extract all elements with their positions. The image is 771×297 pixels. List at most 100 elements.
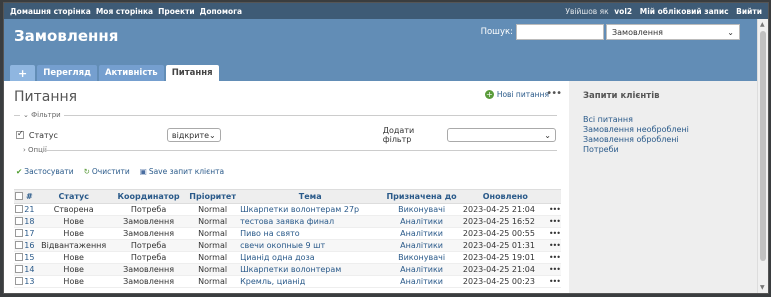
cell-status: Нове (35, 215, 112, 228)
sidebar-query-link[interactable]: Потреби (583, 145, 743, 155)
cell-assigned[interactable]: Аналітики (380, 227, 463, 240)
row-menu-icon[interactable]: ••• (547, 203, 561, 216)
cell-assigned[interactable]: Аналітики (380, 263, 463, 276)
logout-link[interactable]: Вийти (736, 7, 762, 16)
cell-subject[interactable]: Циані​д одна доза (240, 251, 381, 264)
more-icon[interactable]: ••• (546, 88, 562, 99)
search-area: Пошук: Замовлення ⌄ (481, 24, 740, 40)
add-filter-select[interactable]: ⌄ (447, 128, 556, 142)
new-issue-link[interactable]: + Нові питання (484, 90, 549, 99)
issues-table: # Статус Координатор Пріоритет Тема Призначен… (14, 189, 561, 288)
cell-id[interactable]: 17 (23, 227, 36, 240)
column-header[interactable]: Оновлено (462, 189, 548, 204)
tab-item[interactable]: Питання (165, 65, 219, 81)
cell-prio: Normal (185, 203, 241, 216)
filters-legend: Фільтри (31, 111, 61, 119)
cell-id[interactable]: 18 (23, 215, 36, 228)
table-row: 18 Нове Замовлення Normal тестова заявка фин… (14, 215, 561, 228)
cell-prio: Normal (185, 275, 241, 288)
column-header[interactable]: Пріоритет (185, 189, 241, 204)
top-menu-link[interactable]: Домашня сторінка (10, 7, 91, 16)
cell-id[interactable]: 21 (23, 203, 36, 216)
column-header[interactable]: Статус (35, 189, 112, 204)
main-content: Питання + Нові питання ••• ⌄ Фільтри Ста… (4, 81, 569, 293)
cell-status: Нове (35, 227, 112, 240)
reload-icon: ↻ (83, 167, 90, 176)
chevron-down-icon: ⌄ (23, 111, 32, 119)
column-header[interactable]: Призначена до (380, 189, 463, 204)
cell-subject[interactable]: свечи окопные 9 шт (240, 239, 381, 252)
row-checkbox[interactable] (14, 228, 23, 237)
top-menu-link[interactable]: Допомога (200, 7, 242, 16)
row-checkbox[interactable] (14, 276, 23, 285)
status-operator-select[interactable]: відкрите ⌄ (166, 128, 221, 142)
my-account-link[interactable]: Мій обліковий запис (640, 7, 729, 16)
cell-assigned[interactable]: Аналітики (380, 239, 463, 252)
cell-updated: 2023-04-25 00:23 (462, 275, 548, 288)
row-checkbox[interactable] (14, 216, 23, 225)
sidebar-query-link[interactable]: Замовлення необроблені (583, 125, 743, 135)
cell-coord: Замовлення (112, 275, 186, 288)
row-checkbox[interactable] (14, 204, 23, 213)
project-select[interactable]: Замовлення ⌄ (606, 24, 740, 40)
sidebar-query-link[interactable]: Замовлення оброблені (583, 135, 743, 145)
user-link[interactable]: vol2 (614, 7, 632, 16)
tab-item[interactable]: Активність (98, 65, 164, 81)
cell-status: Нове (35, 263, 112, 276)
cell-assigned[interactable]: Аналітики (380, 275, 463, 288)
cell-id[interactable]: 14 (23, 263, 36, 276)
scrollbar-thumb[interactable] (760, 31, 766, 261)
row-menu-icon[interactable]: ••• (547, 263, 561, 276)
row-menu-icon[interactable]: ••• (547, 275, 561, 288)
sidebar-query-link[interactable]: Всі питання (583, 115, 743, 125)
row-menu-icon[interactable]: ••• (547, 215, 561, 228)
row-checkbox[interactable] (14, 252, 23, 261)
status-filter-checkbox[interactable] (16, 129, 24, 139)
scroll-up-icon[interactable]: ▲ (760, 21, 765, 28)
table-row: 13 Нове Замовлення Normal Кремль, цианід Анал… (14, 275, 561, 288)
filters-toggle[interactable]: ⌄ Фільтри (20, 111, 64, 119)
cell-assigned[interactable]: Виконувачі (380, 251, 463, 264)
cell-status: Відвантаження (35, 239, 112, 252)
cell-assigned[interactable]: Аналітики (380, 215, 463, 228)
row-menu-icon[interactable]: ••• (547, 239, 561, 252)
save-query-button[interactable]: ▣ Save запит клієнта (140, 167, 224, 176)
row-checkbox[interactable] (14, 264, 23, 273)
row-select-cell (14, 251, 24, 264)
main-tabs: + Перегляд Активність Питання (10, 65, 221, 81)
cell-subject[interactable]: Кремль, цианід (240, 275, 381, 288)
row-menu-icon[interactable]: ••• (547, 251, 561, 264)
column-header[interactable]: Тема (240, 189, 381, 204)
cell-prio: Normal (185, 239, 241, 252)
search-input[interactable] (516, 24, 604, 40)
cell-coord: Замовлення (112, 215, 186, 228)
top-menu-link[interactable]: Моя сторінка (96, 7, 153, 16)
cell-subject[interactable]: Шкарпетки волонтерам 27р (240, 203, 381, 216)
cell-status: Створена (35, 203, 112, 216)
vertical-scrollbar[interactable]: ▲ ▼ (757, 19, 768, 293)
cell-id[interactable]: 13 (23, 275, 36, 288)
apply-button[interactable]: ✔ Застосувати (16, 167, 74, 176)
row-select-cell (14, 275, 24, 288)
cell-subject[interactable]: тестова заявка финал (240, 215, 381, 228)
new-tab-button[interactable]: + (10, 65, 36, 81)
row-checkbox[interactable] (14, 240, 23, 249)
tab-item[interactable]: Перегляд (37, 65, 97, 81)
add-filter-label: Додати фільтр (382, 126, 415, 144)
column-header[interactable]: # (23, 189, 36, 204)
cell-subject[interactable]: Пиво на свято (240, 227, 381, 240)
cell-id[interactable]: 15 (23, 251, 36, 264)
cell-assigned[interactable]: Виконувачі (380, 203, 463, 216)
clear-button[interactable]: ↻ Очистити (84, 167, 130, 176)
column-header[interactable]: Координатор (112, 189, 186, 204)
select-all-checkbox[interactable] (14, 191, 23, 200)
cell-id[interactable]: 16 (23, 239, 36, 252)
row-menu-icon[interactable]: ••• (547, 227, 561, 240)
cell-updated: 2023-04-25 19:01 (462, 251, 548, 264)
actions-header (547, 189, 561, 204)
cell-prio: Normal (185, 215, 241, 228)
top-menu-link[interactable]: Проекти (158, 7, 195, 16)
cell-subject[interactable]: Шкарпетки волонтерам (240, 263, 381, 276)
sidebar: Запити клієнтів Всі питання Замовлення не… (569, 81, 757, 293)
scroll-down-icon[interactable]: ▼ (760, 284, 765, 291)
